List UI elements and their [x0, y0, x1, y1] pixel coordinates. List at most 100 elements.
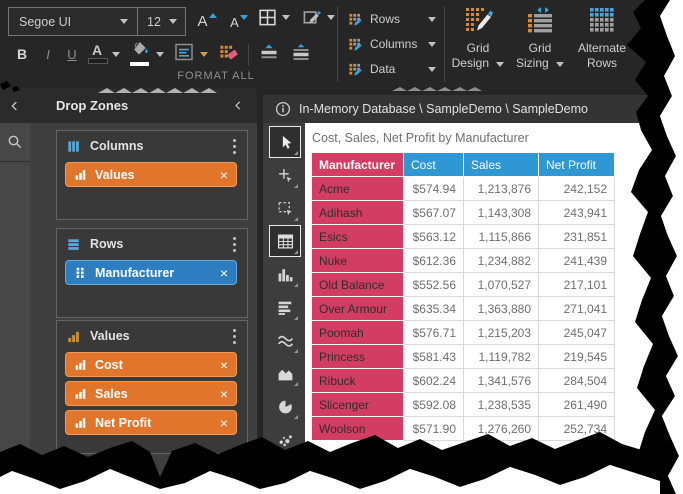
tool-table-grid[interactable]: [269, 225, 301, 257]
tool-horizontal-bars[interactable]: [270, 292, 300, 322]
dropzones-title: Drop Zones: [30, 98, 232, 113]
decrease-font-button[interactable]: A: [226, 11, 252, 33]
value-cell: 284,504: [539, 369, 615, 393]
point-select: [277, 167, 294, 184]
dropzone-label: Values: [90, 329, 222, 343]
font-color-button[interactable]: A: [88, 42, 108, 64]
chevron-down-icon: [428, 67, 436, 72]
alignment-button[interactable]: [174, 42, 194, 62]
font-color-dropdown[interactable]: [112, 52, 120, 57]
tool-point-select[interactable]: [270, 160, 300, 190]
alignment-dropdown[interactable]: [200, 52, 208, 57]
measure-icon: [74, 387, 87, 400]
frame-fill-button[interactable]: [302, 8, 335, 27]
row-label-cell: Princess: [312, 345, 404, 369]
tool-pointer[interactable]: [269, 126, 301, 158]
pill-manufacturer[interactable]: Manufacturer ×: [65, 260, 237, 285]
letter-a: A: [197, 13, 207, 30]
row-top-button[interactable]: [258, 42, 280, 62]
columns-format-button[interactable]: Columns: [348, 32, 436, 56]
tool-scatter-plot[interactable]: [270, 424, 300, 454]
row-label-cell: Nuke: [312, 249, 404, 273]
pill-label: Net Profit: [95, 416, 212, 430]
font-size-select[interactable]: 12: [138, 8, 184, 35]
columns-format-label: Columns: [370, 37, 421, 51]
kebab-menu-icon[interactable]: [231, 233, 238, 255]
tool-pie-chart[interactable]: [270, 391, 300, 421]
italic-button[interactable]: I: [38, 42, 58, 66]
breadcrumb-gap: [263, 88, 650, 95]
underline-button[interactable]: U: [62, 42, 82, 66]
kebab-menu-icon[interactable]: [231, 325, 238, 347]
borders-grid-icon: [258, 8, 277, 27]
row-caret-up-icon: [258, 42, 280, 62]
tool-bar-chart[interactable]: [270, 259, 300, 289]
pill-values[interactable]: Values ×: [65, 162, 237, 187]
font-size-value: 12: [138, 15, 169, 29]
left-rail-header: [0, 88, 31, 123]
borders-button[interactable]: [258, 8, 290, 27]
tool-area-chart[interactable]: [270, 358, 300, 388]
remove-icon[interactable]: ×: [220, 358, 228, 372]
row-bottom-button[interactable]: [290, 42, 312, 62]
paint-bucket-icon: [130, 40, 150, 58]
table-row: Slicenger$592.081,238,535261,490: [312, 393, 615, 417]
kebab-menu-icon[interactable]: [231, 135, 238, 157]
row-label-cell: Poomah: [312, 321, 404, 345]
pill-cost[interactable]: Cost ×: [65, 352, 237, 377]
tool-line-chart[interactable]: [270, 325, 300, 355]
pie-chart: [277, 398, 294, 415]
pill-net-profit[interactable]: Net Profit ×: [65, 410, 237, 435]
column-header-manufacturer: Manufacturer: [312, 153, 404, 177]
data-format-button[interactable]: Data: [348, 57, 436, 81]
ribbon-group-label: FORMAT ALL: [126, 70, 306, 82]
remove-icon[interactable]: ×: [220, 416, 228, 430]
table-row: Woolson$571.901,276,260252,734: [312, 417, 615, 441]
dropzones-header: Drop Zones: [30, 88, 257, 123]
clear-formatting-button[interactable]: [218, 42, 239, 62]
pill-sales[interactable]: Sales ×: [65, 381, 237, 406]
bold-button[interactable]: B: [12, 42, 32, 66]
chevron-down-icon: [120, 19, 128, 24]
columns-icon: [66, 139, 81, 154]
value-cell: 217,101: [539, 273, 615, 297]
pill-label: Manufacturer: [95, 266, 212, 280]
font-color-swatch: [88, 58, 108, 64]
table-row: Princess$581.431,119,782219,545: [312, 345, 615, 369]
remove-icon[interactable]: ×: [220, 168, 228, 182]
rows-format-button[interactable]: Rows: [348, 7, 436, 31]
search-button[interactable]: [0, 123, 30, 162]
increase-font-button[interactable]: A: [194, 9, 220, 33]
table-row: Esics$563.121,115,866231,851: [312, 225, 615, 249]
grid-sizing-button[interactable]: Grid Sizing: [511, 5, 569, 71]
dimension-icon: [74, 266, 87, 279]
table-row: Adihash$567.071,143,308243,941: [312, 201, 615, 225]
collapse-panel-icon[interactable]: [232, 99, 245, 112]
italic-label: I: [46, 47, 50, 62]
column-header-cost: Cost: [404, 153, 464, 177]
underline-label: U: [67, 47, 76, 62]
dropzone-values: Values Cost × Sales × Net Profit ×: [56, 320, 248, 454]
remove-icon[interactable]: ×: [220, 387, 228, 401]
fill-color-dropdown[interactable]: [156, 52, 164, 57]
cut-off-button[interactable]: M: [628, 5, 678, 54]
clear-grid-icon: [218, 42, 239, 62]
value-cell: 1,238,535: [464, 393, 539, 417]
pill-label: Cost: [95, 358, 212, 372]
pill-label: Values: [95, 168, 212, 182]
group-divider: [337, 6, 338, 82]
remove-icon[interactable]: ×: [220, 266, 228, 280]
measure-icon: [74, 416, 87, 429]
grid-design-button[interactable]: Grid Design: [449, 5, 507, 71]
pill-label: Sales: [95, 387, 212, 401]
fill-color-button[interactable]: [130, 40, 150, 66]
divider: [248, 44, 249, 66]
font-family-select[interactable]: Segoe UI: [9, 8, 137, 35]
alternate-rows-button[interactable]: Alternate Rows: [573, 5, 631, 71]
grid-title: Cost, Sales, Net Profit by Manufacturer: [312, 131, 529, 145]
header-row: ManufacturerCostSalesNet Profit: [312, 153, 615, 177]
table-row: Poomah$576.711,215,203245,047: [312, 321, 615, 345]
collapse-left-icon[interactable]: [8, 99, 22, 113]
row-label-cell: Adihash: [312, 201, 404, 225]
tool-lasso-select[interactable]: [270, 193, 300, 223]
